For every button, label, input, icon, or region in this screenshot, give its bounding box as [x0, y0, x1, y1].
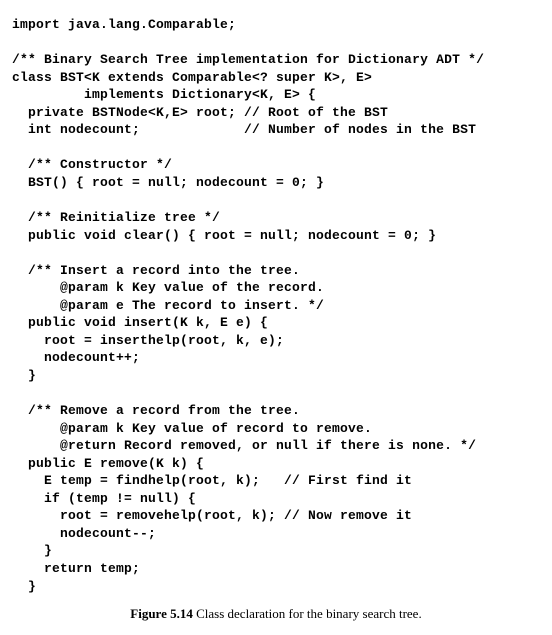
code-line: class BST<K extends Comparable<? super K…: [12, 70, 372, 85]
code-line: public void insert(K k, E e) {: [12, 315, 268, 330]
figure-caption: Figure 5.14 Class declaration for the bi…: [12, 605, 540, 623]
code-line: int nodecount; // Number of nodes in the…: [12, 122, 476, 137]
code-line: @param k Key value of record to remove.: [12, 421, 372, 436]
code-line: return temp;: [12, 561, 140, 576]
code-line: nodecount--;: [12, 526, 156, 541]
code-line: @return Record removed, or null if there…: [12, 438, 476, 453]
figure-text: Class declaration for the binary search …: [193, 606, 422, 621]
code-line: root = removehelp(root, k); // Now remov…: [12, 508, 412, 523]
code-line: root = inserthelp(root, k, e);: [12, 333, 284, 348]
code-line: /** Constructor */: [12, 157, 172, 172]
code-line: @param e The record to insert. */: [12, 298, 324, 313]
code-line: import java.lang.Comparable;: [12, 17, 236, 32]
code-line: }: [12, 368, 36, 383]
code-line: /** Binary Search Tree implementation fo…: [12, 52, 484, 67]
code-line: public void clear() { root = null; nodec…: [12, 228, 436, 243]
code-line: @param k Key value of the record.: [12, 280, 324, 295]
code-block: import java.lang.Comparable; /** Binary …: [12, 16, 540, 595]
code-line: public E remove(K k) {: [12, 456, 204, 471]
code-line: /** Remove a record from the tree.: [12, 403, 300, 418]
code-line: E temp = findhelp(root, k); // First fin…: [12, 473, 412, 488]
code-line: }: [12, 579, 36, 594]
code-line: /** Insert a record into the tree.: [12, 263, 300, 278]
code-line: nodecount++;: [12, 350, 140, 365]
figure-label: Figure 5.14: [130, 606, 193, 621]
code-line: }: [12, 543, 52, 558]
code-line: /** Reinitialize tree */: [12, 210, 220, 225]
code-line: private BSTNode<K,E> root; // Root of th…: [12, 105, 388, 120]
code-line: implements Dictionary<K, E> {: [12, 87, 316, 102]
code-line: if (temp != null) {: [12, 491, 196, 506]
code-line: BST() { root = null; nodecount = 0; }: [12, 175, 324, 190]
